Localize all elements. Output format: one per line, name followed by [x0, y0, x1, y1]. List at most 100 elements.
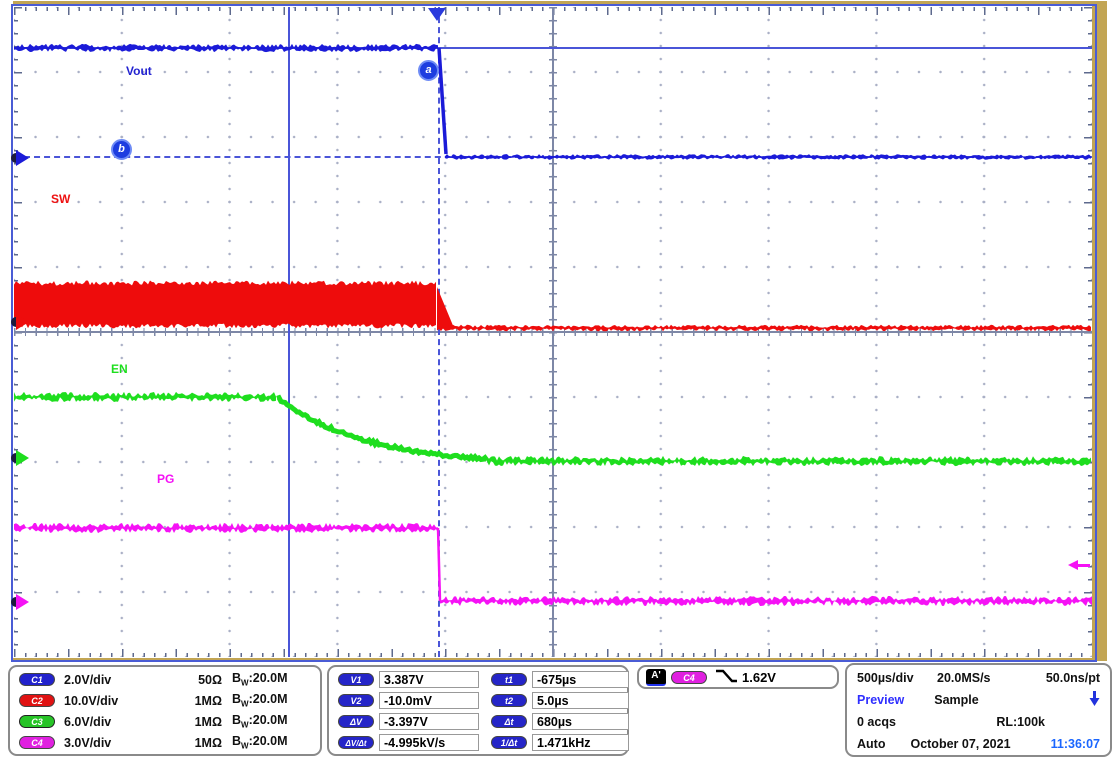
timebase-row: 500µs/div 20.0MS/s 50.0ns/pt: [847, 667, 1110, 689]
window-frame-right: [1092, 1, 1107, 661]
marker-arrow: [16, 594, 29, 610]
value-t1[interactable]: -675µs: [532, 671, 629, 688]
bw-b: B: [232, 671, 241, 685]
readout-1dt: 1/Δt 1.471kHz: [491, 732, 629, 753]
trigger-position-marker-icon[interactable]: [428, 8, 446, 21]
channel-scale: 3.0V/div: [64, 736, 182, 750]
value-dv[interactable]: -3.397V: [379, 713, 479, 730]
badge-t2[interactable]: t2: [491, 694, 527, 707]
bw-value: :20.0M: [249, 692, 288, 706]
value-1dt[interactable]: 1.471kHz: [532, 734, 629, 751]
cursor-b-handle[interactable]: b: [111, 139, 132, 160]
channel-reference-arrow-icon-c2[interactable]: [11, 314, 33, 330]
time-cursor-column: t1 -675µs t2 5.0µs Δt 680µs 1/Δt 1.471kH…: [491, 669, 629, 753]
readout-dvdt: ΔV/Δt -4.995kV/s: [338, 732, 479, 753]
clock-label: 11:36:07: [1051, 737, 1100, 751]
channel-termination: 50Ω: [182, 673, 222, 687]
acquisition-count-row: 0 acqs RL:100k: [847, 711, 1110, 733]
readout-v2: V2 -10.0mV: [338, 690, 479, 711]
trigger-mode-badge[interactable]: A': [646, 669, 666, 686]
readout-bar: C1 2.0V/div 50Ω BW:20.0M C2 10.0V/div 1M…: [0, 662, 1120, 760]
badge-v2[interactable]: V2: [338, 694, 374, 707]
trace-label-sw: SW: [51, 192, 70, 206]
oscilloscope-screen: a b Vout SW EN PG C1 2.0V/div 50Ω: [0, 0, 1120, 760]
acquisition-mode-row: Preview Sample: [847, 689, 1110, 711]
waveform-traces: [14, 7, 1092, 657]
sample-rate: 20.0MS/s: [937, 671, 991, 685]
preview-label: Preview: [857, 693, 904, 707]
bw-w: W: [241, 721, 249, 730]
value-t2[interactable]: 5.0µs: [532, 692, 629, 709]
bw-b: B: [232, 734, 241, 748]
bw-value: :20.0M: [249, 713, 288, 727]
sample-resolution: 50.0ns/pt: [1046, 671, 1100, 685]
badge-t1[interactable]: t1: [491, 673, 527, 686]
channel-bandwidth: BW:20.0M: [232, 734, 288, 751]
channel-row-c4[interactable]: C4 3.0V/div 1MΩ BW:20.0M: [10, 732, 320, 753]
value-dvdt[interactable]: -4.995kV/s: [379, 734, 479, 751]
badge-1dt[interactable]: 1/Δt: [491, 736, 527, 749]
channel-reference-arrow-icon-c1[interactable]: [11, 150, 33, 166]
bw-b: B: [232, 713, 241, 727]
marker-arrow: [16, 314, 29, 330]
channel-reference-arrow-icon-c4[interactable]: [11, 594, 33, 610]
bw-w: W: [241, 742, 249, 751]
badge-dv[interactable]: ΔV: [338, 715, 374, 728]
window-frame-top: [13, 1, 1094, 6]
trigger-level-arrow-icon[interactable]: [1068, 560, 1092, 570]
trigger-readout-bar[interactable]: A' C4 1.62V: [637, 665, 839, 689]
channel-reference-arrow-icon-c3[interactable]: [11, 450, 33, 466]
horizontal-acquisition-panel[interactable]: 500µs/div 20.0MS/s 50.0ns/pt Preview Sam…: [845, 663, 1112, 757]
cursor-a-handle[interactable]: a: [418, 60, 439, 81]
record-length: RL:100k: [996, 715, 1045, 729]
channel-row-c3[interactable]: C3 6.0V/div 1MΩ BW:20.0M: [10, 711, 320, 732]
trigger-level-value: 1.62V: [742, 670, 776, 685]
falling-edge-icon: [714, 668, 738, 687]
value-v1[interactable]: 3.387V: [379, 671, 479, 688]
readout-dv: ΔV -3.397V: [338, 711, 479, 732]
readout-t2: t2 5.0µs: [491, 690, 629, 711]
channel-bandwidth: BW:20.0M: [232, 692, 288, 709]
trigger-mode-status: Auto: [857, 737, 885, 751]
channel-badge-c3[interactable]: C3: [19, 715, 55, 728]
cursor-readout-panel[interactable]: V1 3.387V V2 -10.0mV ΔV -3.397V ΔV/Δt -4…: [327, 665, 629, 756]
badge-dt[interactable]: Δt: [491, 715, 527, 728]
marker-arrow: [16, 150, 29, 166]
channel-scale: 10.0V/div: [64, 694, 182, 708]
channel-settings-panel[interactable]: C1 2.0V/div 50Ω BW:20.0M C2 10.0V/div 1M…: [8, 665, 322, 756]
channel-badge-c2[interactable]: C2: [19, 694, 55, 707]
bw-w: W: [241, 679, 249, 688]
channel-badge-c1[interactable]: C1: [19, 673, 55, 686]
timebase-scale: 500µs/div: [857, 671, 937, 685]
bw-w: W: [241, 700, 249, 709]
marker-arrow: [16, 450, 29, 466]
arrow-tail: [1077, 564, 1090, 567]
channel-bandwidth: BW:20.0M: [232, 713, 288, 730]
badge-v1[interactable]: V1: [338, 673, 374, 686]
trace-label-vout: Vout: [126, 64, 152, 78]
waveform-display[interactable]: a b Vout SW EN PG: [14, 7, 1092, 657]
bw-value: :20.0M: [249, 671, 288, 685]
readout-dt: Δt 680µs: [491, 711, 629, 732]
bw-b: B: [232, 692, 241, 706]
channel-termination: 1MΩ: [182, 694, 222, 708]
bw-value: :20.0M: [249, 734, 288, 748]
value-dt[interactable]: 680µs: [532, 713, 629, 730]
down-arrow-icon: [1089, 690, 1100, 710]
channel-row-c2[interactable]: C2 10.0V/div 1MΩ BW:20.0M: [10, 690, 320, 711]
channel-scale: 6.0V/div: [64, 715, 182, 729]
voltage-cursor-column: V1 3.387V V2 -10.0mV ΔV -3.397V ΔV/Δt -4…: [338, 669, 479, 753]
channel-bandwidth: BW:20.0M: [232, 671, 288, 688]
channel-scale: 2.0V/div: [64, 673, 182, 687]
readout-t1: t1 -675µs: [491, 669, 629, 690]
date-label: October 07, 2021: [910, 737, 1010, 751]
acquisition-mode: Sample: [934, 693, 978, 707]
trace-label-en: EN: [111, 362, 128, 376]
channel-badge-c4[interactable]: C4: [19, 736, 55, 749]
badge-dvdt[interactable]: ΔV/Δt: [338, 736, 374, 749]
trigger-source-badge[interactable]: C4: [671, 671, 707, 684]
value-v2[interactable]: -10.0mV: [379, 692, 479, 709]
status-row: Auto October 07, 2021 11:36:07: [847, 733, 1110, 755]
readout-v1: V1 3.387V: [338, 669, 479, 690]
channel-row-c1[interactable]: C1 2.0V/div 50Ω BW:20.0M: [10, 669, 320, 690]
